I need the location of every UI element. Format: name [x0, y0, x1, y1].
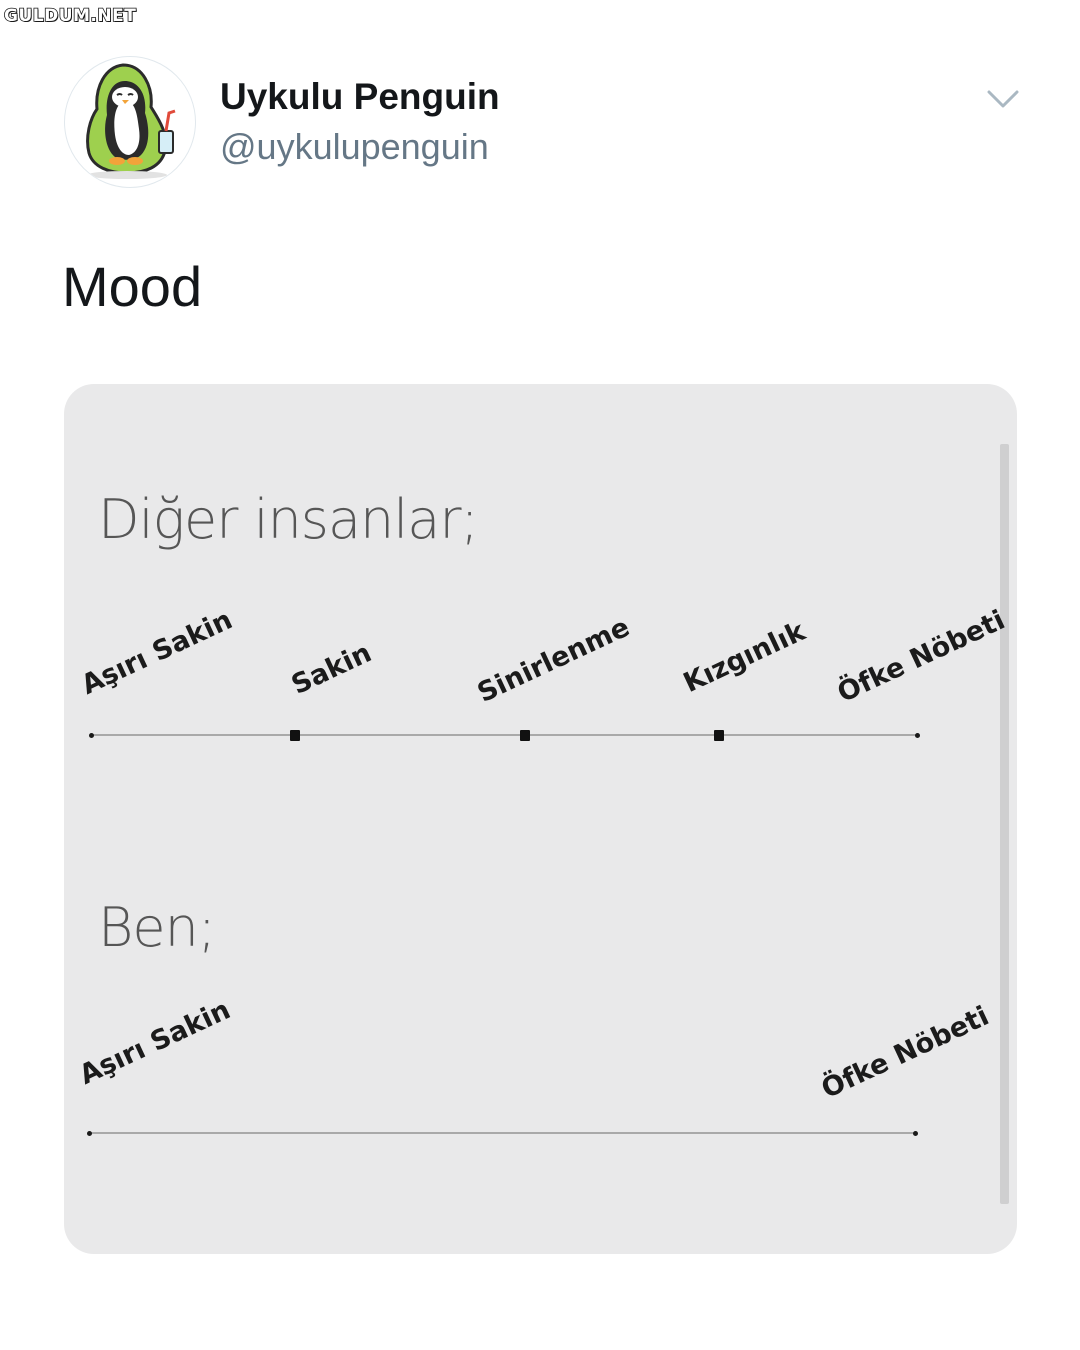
tweet-media-image[interactable]: Diğer insanlar; Aşırı Sakin Sakin Sinirl… [64, 384, 1017, 1254]
scale-marker [520, 730, 530, 741]
section-title-me: Ben; [98, 896, 216, 959]
scale-marker [87, 1131, 92, 1136]
scale-label: Aşırı Sakin [76, 604, 238, 701]
penguin-avatar-icon[interactable] [64, 56, 196, 188]
scale-marker [913, 1131, 918, 1136]
chevron-down-icon[interactable] [986, 86, 1020, 112]
scale-marker [89, 733, 94, 738]
user-handle[interactable]: @uykulupenguin [220, 126, 489, 168]
tweet-header: Uykulu Penguin @uykulupenguin [64, 56, 1024, 188]
tweet-text: Mood [62, 255, 203, 318]
scale-label: Öfke Nöbeti [832, 604, 1010, 709]
section-title-others: Diğer insanlar; [98, 488, 479, 551]
scale-label: Sinirlenme [472, 611, 635, 709]
scale-label: Kızgınlık [678, 615, 810, 699]
site-watermark: GULDUM.NET [3, 5, 137, 27]
scale-marker [915, 733, 920, 738]
scale-marker [714, 730, 724, 741]
scale-label: Aşırı Sakin [74, 994, 236, 1091]
scale-line-me [90, 1132, 916, 1134]
scale-line-others [92, 734, 918, 736]
scale-marker [290, 730, 300, 741]
media-scrollbar [1000, 444, 1009, 1204]
scale-label: Öfke Nöbeti [816, 1000, 994, 1105]
display-name[interactable]: Uykulu Penguin [220, 76, 500, 118]
scale-label: Sakin [286, 637, 377, 701]
